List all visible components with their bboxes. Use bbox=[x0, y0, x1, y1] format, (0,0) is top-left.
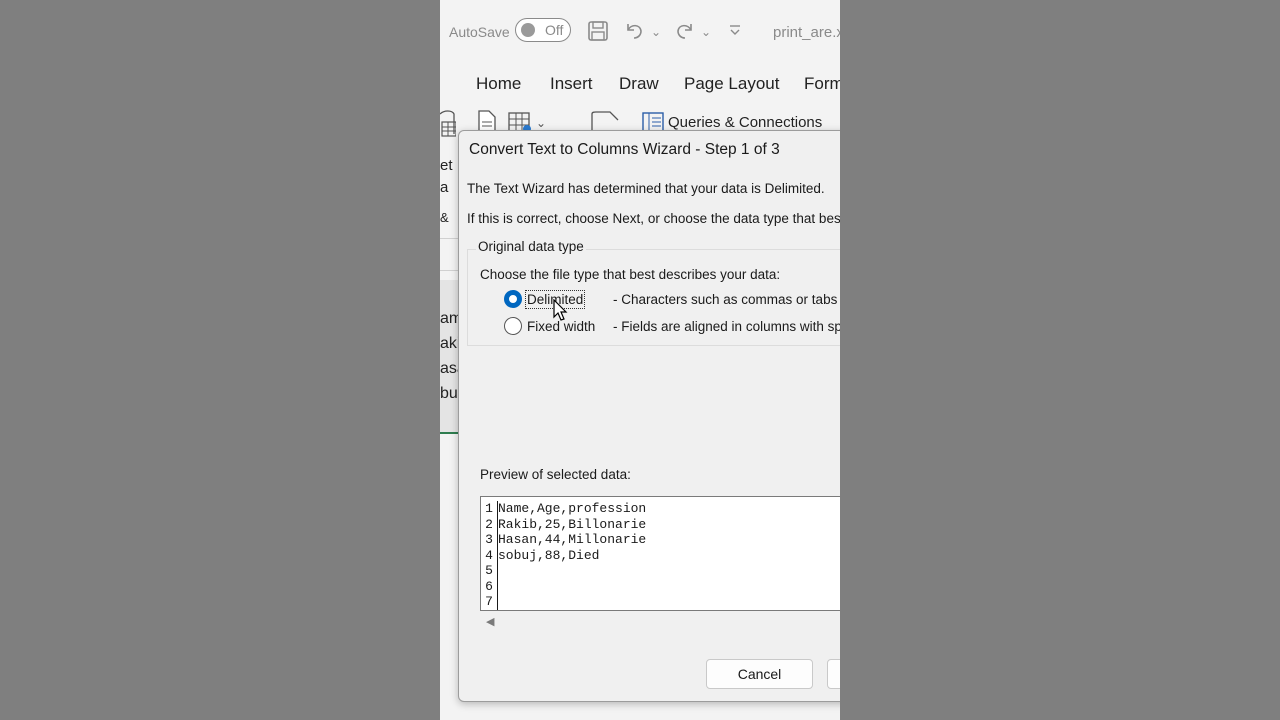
autosave-label: AutoSave bbox=[449, 24, 510, 40]
row-number: 1 bbox=[481, 501, 498, 517]
preview-row: 2 Rakib,25,Billonarie bbox=[481, 516, 840, 532]
preview-row: 5 bbox=[481, 563, 840, 579]
tab-formulas[interactable]: Form bbox=[804, 74, 840, 94]
ribbon-tabs: Home Insert Draw Page Layout Form bbox=[440, 64, 840, 104]
title-bar: AutoSave Off ⌄ ⌄ print_are.x bbox=[440, 0, 840, 62]
group-prompt: Choose the file type that best describes… bbox=[480, 267, 781, 282]
gridline bbox=[440, 238, 458, 239]
tab-home[interactable]: Home bbox=[476, 74, 521, 94]
text-to-columns-dialog: Convert Text to Columns Wizard - Step 1 … bbox=[458, 130, 840, 702]
cell-fragment: am bbox=[440, 310, 458, 327]
ribbon-label-fragment: a bbox=[440, 179, 449, 196]
selection-border bbox=[440, 432, 458, 434]
data-preview[interactable]: 1 Name,Age,profession 2 Rakib,25,Billona… bbox=[480, 496, 840, 611]
delimited-description: - Characters such as commas or tabs s bbox=[613, 292, 840, 307]
group-title: Original data type bbox=[476, 239, 586, 254]
queries-connections-button[interactable]: Queries & Connections bbox=[668, 114, 822, 131]
worksheet-sliver bbox=[440, 280, 459, 432]
chevron-down-icon[interactable]: ⌄ bbox=[536, 116, 546, 130]
gridline bbox=[440, 270, 458, 271]
fixed-width-radio[interactable] bbox=[504, 317, 522, 335]
customize-qat-icon[interactable] bbox=[728, 22, 742, 42]
ribbon-label-fragment: et bbox=[440, 157, 453, 174]
redo-dropdown-chevron-icon[interactable]: ⌄ bbox=[701, 22, 711, 42]
preview-row: 7 bbox=[481, 594, 840, 610]
row-text: Hasan,44,Millonarie bbox=[498, 532, 647, 547]
wizard-instruction: If this is correct, choose Next, or choo… bbox=[467, 211, 840, 226]
database-icon[interactable] bbox=[440, 110, 457, 143]
autosave-state: Off bbox=[545, 22, 564, 38]
fixed-width-description: - Fields are aligned in columns with sp bbox=[613, 319, 840, 334]
preview-row: 1 Name,Age,profession bbox=[481, 501, 840, 517]
row-number: 3 bbox=[481, 532, 498, 548]
row-text: Name,Age,profession bbox=[498, 501, 647, 516]
row-number: 5 bbox=[481, 563, 498, 579]
tab-page-layout[interactable]: Page Layout bbox=[684, 74, 779, 94]
row-number: 6 bbox=[481, 578, 498, 594]
tab-insert[interactable]: Insert bbox=[550, 74, 593, 94]
cell-fragment: bu bbox=[440, 385, 458, 402]
redo-icon[interactable] bbox=[674, 19, 696, 45]
file-name: print_are.x bbox=[773, 24, 840, 41]
preview-row: 3 Hasan,44,Millonarie bbox=[481, 532, 840, 548]
row-number: 4 bbox=[481, 547, 498, 563]
autosave-toggle[interactable]: Off bbox=[515, 18, 571, 42]
row-text: Rakib,25,Billonarie bbox=[498, 516, 647, 532]
preview-row: 4 sobuj,88,Died bbox=[481, 547, 840, 563]
mouse-cursor-icon bbox=[553, 299, 568, 321]
preview-label: Preview of selected data: bbox=[480, 467, 631, 482]
undo-icon[interactable] bbox=[623, 19, 645, 45]
ribbon-label-fragment: & bbox=[440, 210, 449, 225]
undo-dropdown-chevron-icon[interactable]: ⌄ bbox=[651, 22, 661, 42]
row-number: 7 bbox=[481, 594, 498, 610]
toggle-knob bbox=[521, 23, 535, 37]
dialog-title: Convert Text to Columns Wizard - Step 1 … bbox=[469, 141, 780, 158]
cell-fragment: asa bbox=[440, 360, 458, 377]
cancel-button[interactable]: Cancel bbox=[706, 659, 813, 689]
scroll-left-arrow-icon[interactable]: ◀ bbox=[486, 615, 494, 628]
excel-window: AutoSave Off ⌄ ⌄ print_are.x Home Insert… bbox=[440, 0, 840, 720]
delimited-radio[interactable] bbox=[504, 290, 522, 308]
cell-fragment: aki bbox=[440, 335, 458, 352]
save-icon[interactable] bbox=[587, 20, 609, 46]
back-button[interactable] bbox=[827, 659, 840, 689]
tab-draw[interactable]: Draw bbox=[619, 74, 659, 94]
preview-row: 6 bbox=[481, 578, 840, 594]
row-text: sobuj,88,Died bbox=[498, 547, 600, 563]
wizard-message: The Text Wizard has determined that your… bbox=[467, 181, 825, 196]
row-number: 2 bbox=[481, 516, 498, 532]
